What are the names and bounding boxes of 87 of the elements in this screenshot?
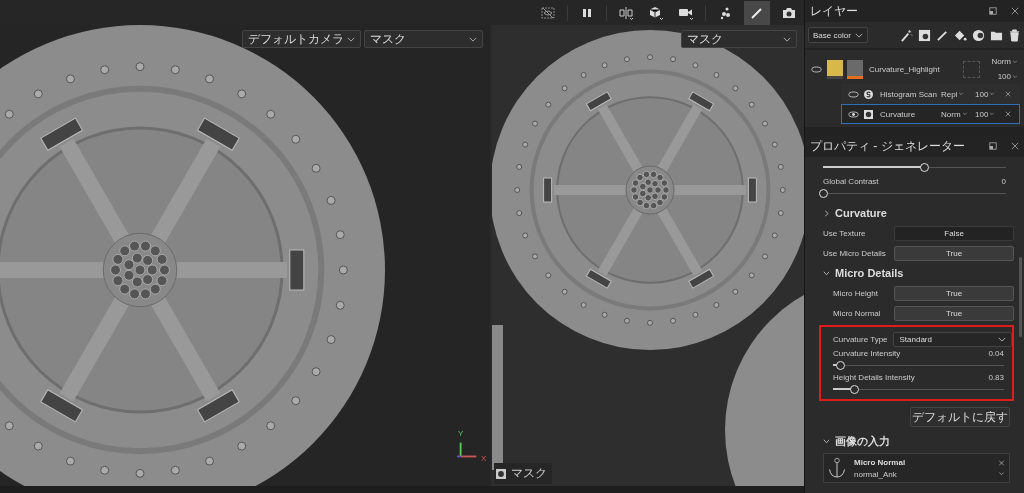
color-thumbnail (827, 59, 843, 79)
property-label: Global Contrast (823, 177, 879, 186)
channel-dropdown[interactable]: マスク (681, 30, 797, 48)
opacity-dropdown[interactable]: 100 (997, 72, 1018, 81)
x-axis-label: X (481, 454, 487, 463)
input-name: Micro Normal (854, 457, 907, 467)
image-input-slot[interactable]: Micro Normal normal_Ank (823, 453, 1010, 483)
close-icon[interactable] (998, 459, 1005, 466)
mask-icon (496, 468, 506, 479)
caret-icon (823, 437, 830, 445)
empty-slot (963, 60, 980, 78)
chevron-down-icon (469, 36, 477, 42)
filter-icon (864, 89, 873, 99)
channel-dropdown[interactable]: Base color (808, 27, 868, 43)
magic-wand-icon[interactable] (900, 28, 913, 42)
eye-icon[interactable] (848, 110, 859, 118)
property-label: Height Details Intensity (833, 373, 915, 382)
panel-title: レイヤー (810, 2, 858, 20)
trash-icon[interactable] (1008, 28, 1021, 42)
channel-dropdown[interactable]: マスク (364, 30, 483, 48)
chevron-down-icon (1012, 74, 1018, 79)
mask-label: マスク (511, 465, 547, 482)
close-icon[interactable] (1011, 7, 1019, 15)
slider-thumb[interactable] (819, 189, 828, 198)
property-label: Curvature Type (833, 334, 889, 344)
mask-icon[interactable] (972, 28, 985, 42)
eye-icon[interactable] (811, 65, 822, 73)
slider-thumb[interactable] (919, 163, 929, 172)
layer-name: Curvature_Highlight (869, 64, 941, 74)
toggle-button[interactable]: True (894, 305, 1014, 321)
effect-name: Histogram Scan (880, 89, 938, 99)
chevron-down-icon (1012, 59, 1018, 64)
slider-value: 0.04 (988, 349, 1004, 358)
brush-icon[interactable] (936, 28, 949, 42)
panel-title: プロパティ - ジェネレーター (810, 137, 965, 155)
undock-icon[interactable] (989, 7, 997, 15)
chevron-down-icon (989, 92, 996, 96)
opacity-dropdown[interactable]: 100 (975, 109, 1001, 119)
slider-value: 0 (1001, 177, 1006, 186)
blend-mode-dropdown[interactable]: Repl (941, 89, 975, 99)
anchor-icon (828, 457, 846, 479)
property-label: Curvature Intensity (833, 349, 901, 358)
close-icon[interactable] (1011, 142, 1019, 150)
chevron-down-icon (961, 112, 968, 116)
effect-name: Curvature (880, 109, 917, 119)
layer-row[interactable]: Curvature_Highlight Norm 100 (805, 54, 1024, 84)
camera-dropdown[interactable]: デフォルトカメラ (242, 30, 361, 48)
slider-value: 0.83 (988, 373, 1004, 382)
property-label: Micro Height (833, 288, 879, 298)
chevron-down-icon (783, 36, 791, 42)
input-resource: normal_Ank (854, 469, 898, 479)
toggle-button[interactable]: False (894, 225, 1014, 241)
chevron-down-icon (347, 36, 355, 42)
paint-bucket-icon[interactable] (954, 28, 967, 42)
chevron-down-icon (958, 92, 965, 96)
chevron-down-icon (989, 112, 996, 116)
property-label: Micro Normal (833, 308, 882, 318)
undock-icon[interactable] (989, 142, 997, 150)
blend-mode-dropdown[interactable]: Norm (991, 57, 1018, 66)
section-header[interactable]: 画像の入力 (809, 431, 1014, 451)
toggle-button[interactable]: True (894, 245, 1014, 261)
toggle-button[interactable]: True (894, 285, 1014, 301)
curvature-type-dropdown[interactable]: Standard (893, 331, 1012, 347)
blend-mode-dropdown[interactable]: Norm (941, 109, 975, 119)
effect-row[interactable]: Curvature Norm 100 (841, 104, 1020, 124)
slider-thumb[interactable] (835, 361, 845, 370)
chevron-down-icon (855, 32, 863, 38)
mask-thumbnail (847, 59, 863, 79)
eye-icon[interactable] (848, 90, 859, 98)
caret-icon (823, 209, 830, 217)
generator-icon (864, 109, 873, 119)
close-icon[interactable] (1005, 91, 1011, 97)
slider-thumb[interactable] (849, 385, 859, 394)
property-label: Use Texture (823, 228, 867, 238)
brush-icon[interactable] (744, 0, 770, 25)
y-axis-label: Y (458, 429, 464, 438)
scrollbar[interactable] (1019, 257, 1022, 337)
reset-default-button[interactable]: デフォルトに戻す (910, 407, 1010, 427)
opacity-dropdown[interactable]: 100 (975, 89, 1001, 99)
chevron-down-icon (998, 336, 1006, 342)
fill-layer-icon[interactable] (918, 28, 931, 42)
section-header[interactable]: Micro Details (809, 263, 1014, 283)
chevron-down-icon[interactable] (998, 470, 1005, 477)
close-icon[interactable] (1005, 111, 1011, 117)
section-header[interactable]: Curvature (809, 203, 1014, 223)
property-label: Use Micro Details (823, 248, 887, 258)
caret-icon (823, 269, 830, 277)
